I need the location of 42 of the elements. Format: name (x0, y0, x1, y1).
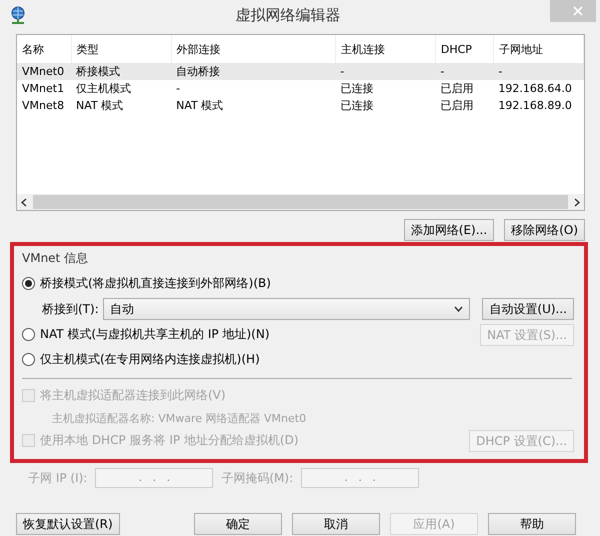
table-cell-text: VMnet8 (21, 98, 66, 114)
table-cell: - (493, 63, 584, 80)
close-icon (573, 6, 583, 16)
radio-button[interactable] (22, 353, 35, 366)
field-label: 桥接到(T): (42, 300, 99, 318)
radio-label[interactable]: 仅主机模式(在专用网络内连接虚拟机)(H) (40, 351, 260, 368)
auto-settings-button[interactable]: 自动设置(U)... (482, 298, 574, 320)
radio-label[interactable]: 桥接模式(将虚拟机直接连接到外部网络)(B) (40, 275, 271, 292)
table-cell: 仅主机模式 (71, 80, 172, 97)
list-button[interactable]: 移除网络(O) (504, 219, 585, 241)
dialog-button[interactable]: 确定 (194, 513, 282, 535)
dialog-button[interactable]: 帮助 (488, 513, 576, 535)
table-cell: 已启用 (435, 80, 494, 97)
table-cell-text: 192.168.89.0 (497, 98, 573, 114)
horizontal-scrollbar[interactable] (17, 194, 584, 210)
table-cell: - (171, 80, 336, 97)
table-cell: - (335, 63, 436, 80)
table-cell: 192.168.64.0 (493, 80, 584, 97)
table-cell: 已连接 (335, 80, 436, 97)
group-title: VMnet 信息 (22, 250, 90, 267)
globe-network-icon (10, 6, 26, 24)
field-label: 子网 IP (I): (28, 470, 88, 486)
radio-button[interactable] (22, 328, 35, 341)
table-cell: 自动桥接 (171, 63, 336, 80)
adapter-name-text: 主机虚拟适配器名称: VMware 网络适配器 VMnet0 (51, 410, 308, 426)
dialog-button[interactable]: 恢复默认设置(R) (16, 513, 120, 535)
table-cell-text: 已启用 (439, 98, 474, 114)
table-cell: - (435, 63, 494, 80)
bridge-dropdown[interactable]: 自动 (102, 298, 470, 320)
table-cell: VMnet1 (17, 80, 72, 97)
list-button[interactable]: 添加网络(E)... (404, 219, 494, 241)
radio-label[interactable]: NAT 模式(与虚拟机共享主机的 IP 地址)(N) (40, 326, 270, 343)
table-cell-text: NAT 模式 (75, 98, 124, 114)
dialog-button[interactable]: 取消 (292, 513, 380, 535)
table-cell: 桥接模式 (71, 63, 172, 80)
table-cell: VMnet0 (17, 63, 72, 80)
field-label: 子网掩码(M): (221, 470, 294, 486)
table-cell-text: NAT 模式 (175, 98, 224, 114)
window-title: 虚拟网络编辑器 (234, 6, 342, 24)
chevron-down-icon (454, 306, 464, 312)
table-cell-text: 已连接 (339, 98, 374, 114)
radio-button[interactable] (22, 277, 35, 290)
